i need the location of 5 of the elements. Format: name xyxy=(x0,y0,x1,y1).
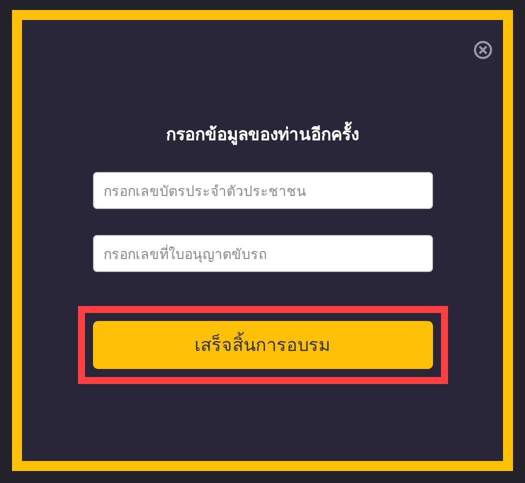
input-field[interactable]: กรอกเลขที่ใบอนุญาตขับรถ xyxy=(92,235,432,272)
input-field[interactable]: กรอกเลขบัตรประจำตัวประชาชน xyxy=(92,172,432,209)
dialog-title: กรอกข้อมูลของท่านอีกครั้ง xyxy=(166,122,359,148)
finish-training-button[interactable]: เสร็จสิ้นการอบรม xyxy=(92,321,432,369)
close-icon[interactable] xyxy=(473,40,493,60)
